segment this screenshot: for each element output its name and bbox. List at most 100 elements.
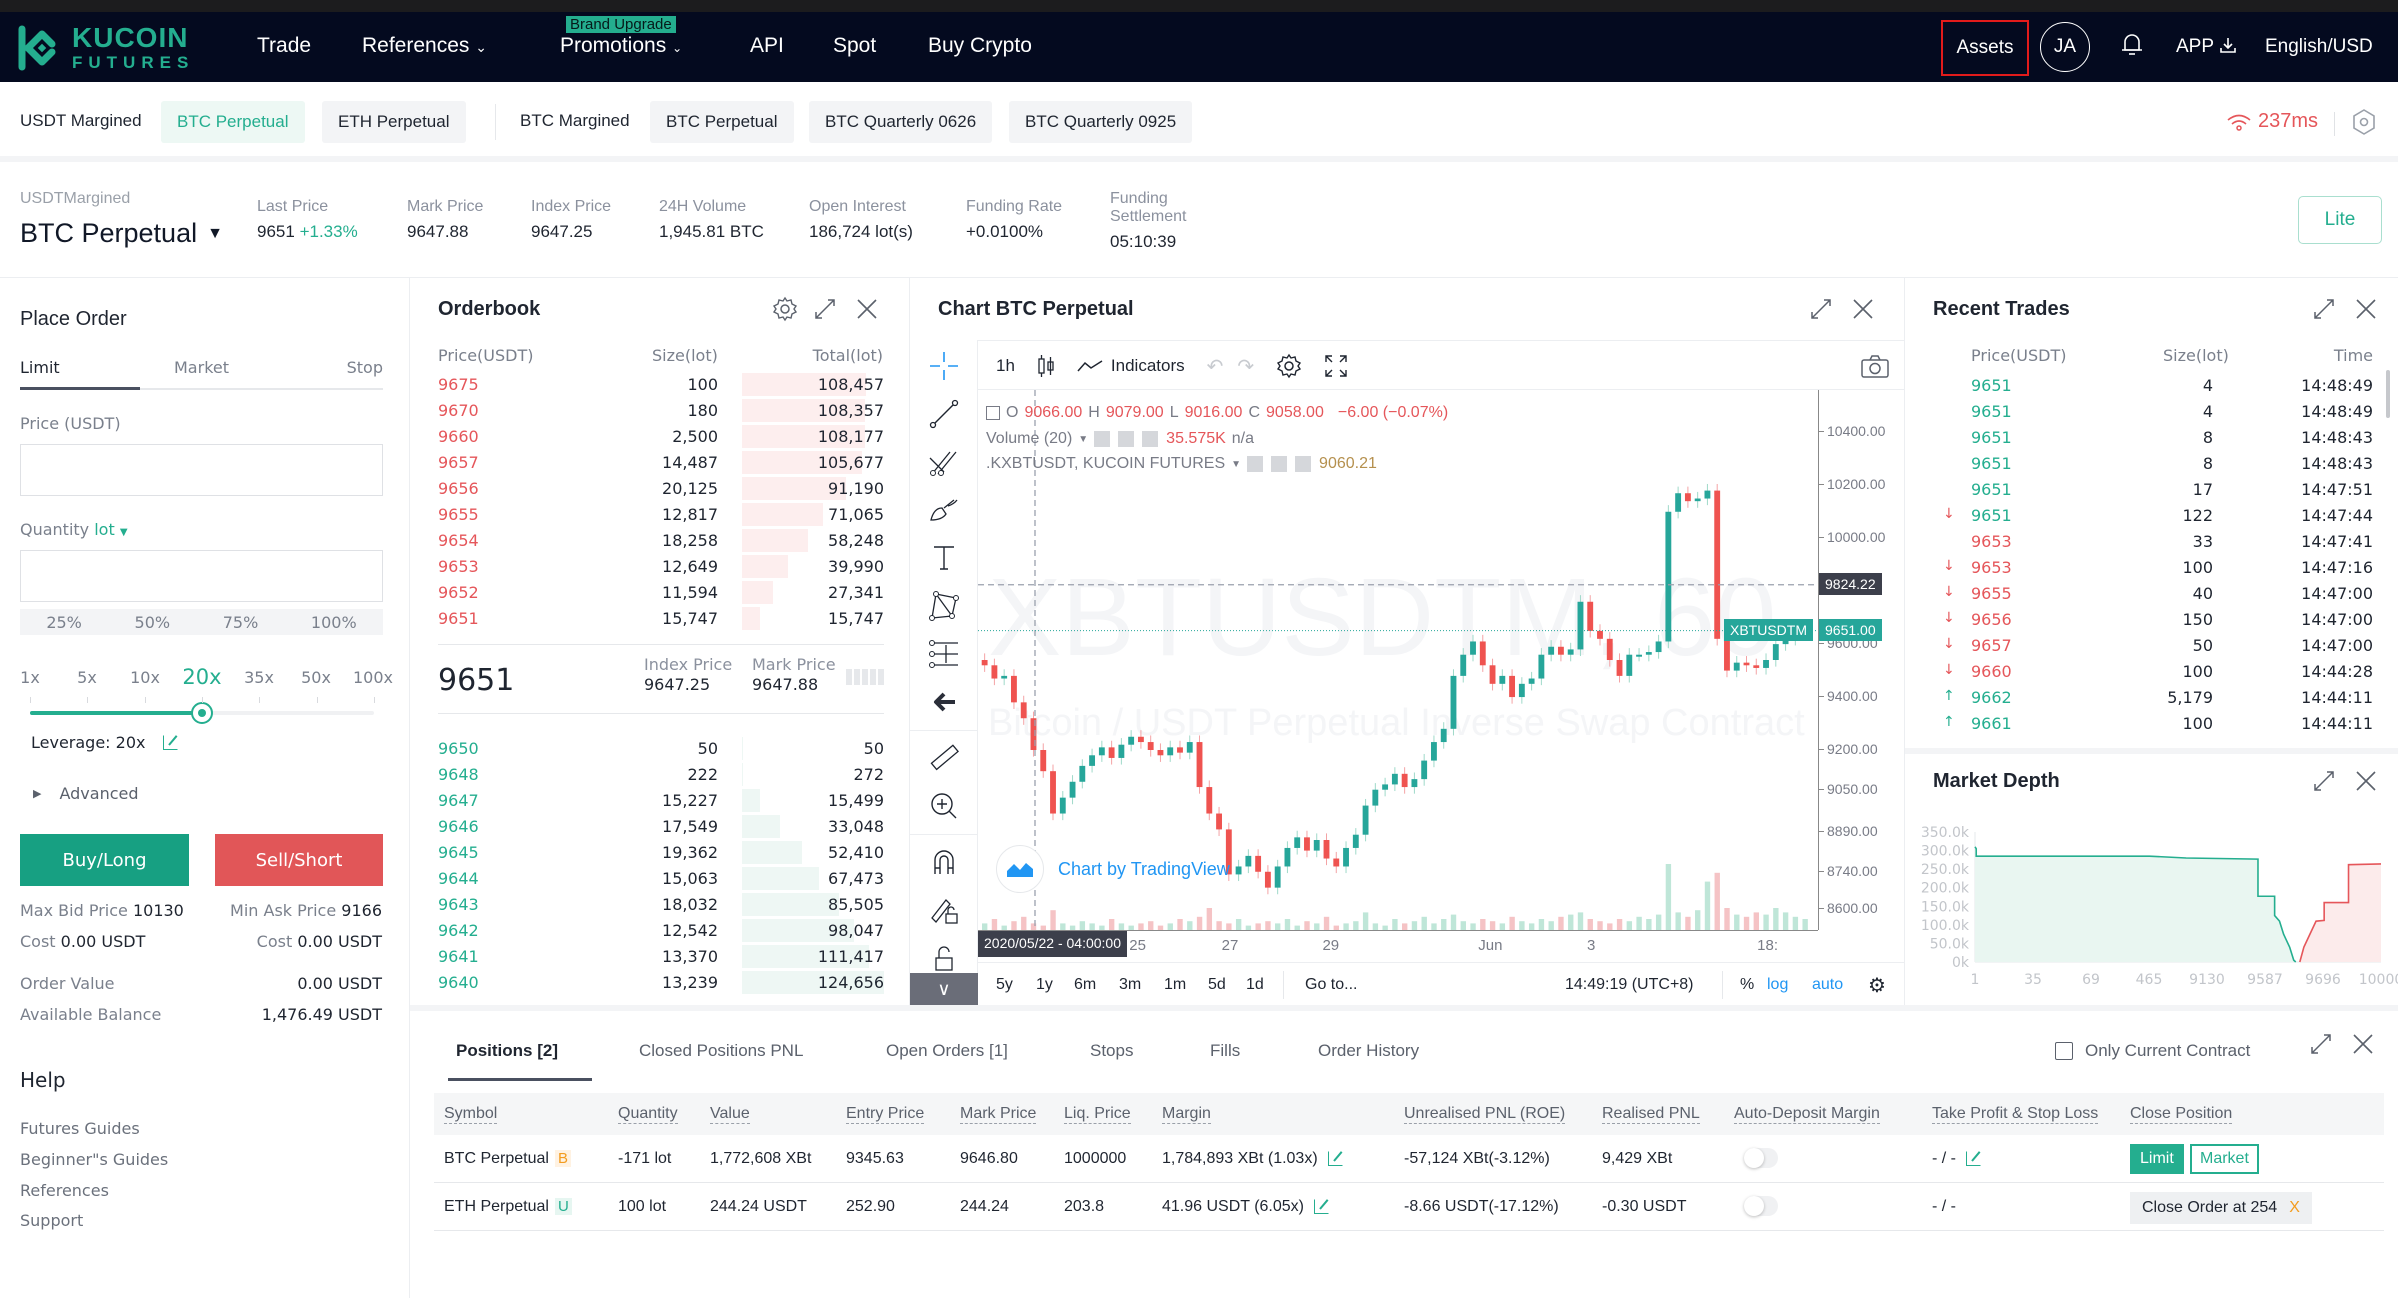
edit-icon[interactable] bbox=[163, 735, 179, 750]
ask-row[interactable]: 9655 12,817 71,065 bbox=[438, 502, 884, 528]
range-6m[interactable]: 6m bbox=[1074, 976, 1096, 994]
quantity-unit-selector[interactable]: lot bbox=[94, 520, 115, 539]
expand-icon[interactable] bbox=[814, 298, 836, 320]
fullscreen-icon[interactable] bbox=[1324, 354, 1348, 378]
ask-row[interactable]: 9660 2,500 108,177 bbox=[438, 424, 884, 450]
gear-icon[interactable]: ⚙ bbox=[1868, 973, 1886, 998]
settings-hexagon-icon[interactable] bbox=[2352, 108, 2376, 136]
range-3m[interactable]: 3m bbox=[1119, 976, 1141, 994]
tab-stops[interactable]: Stops bbox=[1090, 1041, 1133, 1061]
percent-25-button[interactable]: 25% bbox=[46, 613, 82, 632]
nav-buy-crypto[interactable]: Buy Crypto bbox=[928, 34, 1032, 58]
position-symbol[interactable]: BTC Perpetual B bbox=[444, 1150, 571, 1168]
bell-icon[interactable] bbox=[2120, 32, 2144, 58]
leverage-10x[interactable]: 10x bbox=[130, 668, 160, 687]
ruler-tool-icon[interactable] bbox=[928, 742, 960, 774]
auto-deposit-toggle[interactable] bbox=[1744, 1148, 1778, 1168]
range-1m[interactable]: 1m bbox=[1164, 976, 1186, 994]
camera-icon[interactable] bbox=[1860, 355, 1890, 379]
candle-type-icon[interactable] bbox=[1037, 353, 1055, 379]
advanced-toggle[interactable]: ▶ Advanced bbox=[33, 784, 139, 803]
tab-stop[interactable]: Stop bbox=[347, 358, 383, 377]
ask-row[interactable]: 9675 100 108,457 bbox=[438, 372, 884, 398]
arrow-left-icon[interactable] bbox=[928, 686, 960, 718]
percent-scale-toggle[interactable]: % bbox=[1740, 976, 1754, 994]
tab-fills[interactable]: Fills bbox=[1210, 1041, 1240, 1061]
bid-row[interactable]: 9650 50 50 bbox=[438, 736, 884, 762]
auto-scale-toggle[interactable]: auto bbox=[1812, 976, 1843, 994]
slider-handle[interactable] bbox=[191, 702, 213, 724]
lock-icon[interactable] bbox=[928, 942, 960, 974]
leverage-20x[interactable]: 20x bbox=[182, 665, 221, 689]
ask-row[interactable]: 9654 18,258 58,248 bbox=[438, 528, 884, 554]
tab-closed-positions-pnl[interactable]: Closed Positions PNL bbox=[639, 1041, 803, 1061]
fib-tool-icon[interactable] bbox=[928, 446, 960, 478]
edit-icon[interactable] bbox=[1314, 1199, 1329, 1215]
expand-icon[interactable] bbox=[2313, 770, 2335, 792]
range-1y[interactable]: 1y bbox=[1036, 976, 1053, 994]
close-limit-button[interactable]: Limit bbox=[2130, 1144, 2184, 1174]
tab-order-history[interactable]: Order History bbox=[1318, 1041, 1419, 1061]
brush-tool-icon[interactable] bbox=[928, 494, 960, 526]
leverage-100x[interactable]: 100x bbox=[353, 668, 393, 687]
nav-trade[interactable]: Trade bbox=[257, 34, 311, 58]
prediction-tool-icon[interactable] bbox=[928, 638, 960, 670]
close-market-button[interactable]: Market bbox=[2190, 1144, 2259, 1174]
bid-row[interactable]: 9645 19,362 52,410 bbox=[438, 840, 884, 866]
sell-short-button[interactable]: Sell/Short bbox=[215, 834, 383, 886]
bid-row[interactable]: 9641 13,370 111,417 bbox=[438, 944, 884, 970]
tab-btc-quarterly-0925[interactable]: BTC Quarterly 0925 bbox=[1009, 101, 1193, 143]
range-5y[interactable]: 5y bbox=[996, 976, 1013, 994]
expand-icon[interactable] bbox=[2310, 1033, 2332, 1055]
buy-long-button[interactable]: Buy/Long bbox=[20, 834, 189, 886]
close-icon[interactable] bbox=[1852, 298, 1874, 320]
close-icon[interactable] bbox=[2355, 770, 2377, 792]
tab-usdt-btc-perpetual[interactable]: BTC Perpetual bbox=[161, 101, 305, 143]
leverage-35x[interactable]: 35x bbox=[244, 668, 274, 687]
close-icon[interactable] bbox=[856, 298, 878, 320]
settings-icon[interactable] bbox=[1271, 456, 1288, 472]
percent-100-button[interactable]: 100% bbox=[311, 613, 357, 632]
percent-75-button[interactable]: 75% bbox=[223, 613, 259, 632]
remove-icon[interactable] bbox=[1142, 431, 1159, 447]
price-axis[interactable]: 10400.00 10200.00 10000.00 9600.00 9400.00 92… bbox=[1724, 390, 1905, 930]
time-axis[interactable]: 2020/05/22 - 04:00:00 25 27 29 Jun 3 18: bbox=[978, 930, 1818, 960]
lock-drawings-icon[interactable] bbox=[928, 894, 960, 926]
interval-selector[interactable]: 1h bbox=[996, 356, 1015, 376]
expand-icon[interactable] bbox=[1810, 298, 1832, 320]
symbol-selector[interactable]: BTC Perpetual ▼ bbox=[20, 218, 223, 249]
index-label[interactable]: .KXBTUSDT, KUCOIN FUTURES bbox=[986, 455, 1225, 473]
bid-row[interactable]: 9644 15,063 67,473 bbox=[438, 866, 884, 892]
log-scale-toggle[interactable]: log bbox=[1767, 976, 1788, 994]
visibility-icon[interactable] bbox=[1094, 431, 1111, 447]
nav-promotions[interactable]: Promotions ⌄ bbox=[560, 34, 682, 58]
price-input[interactable] bbox=[20, 444, 383, 496]
ask-row[interactable]: 9653 12,649 39,990 bbox=[438, 554, 884, 580]
zoom-in-icon[interactable] bbox=[928, 790, 960, 822]
lite-mode-button[interactable]: Lite bbox=[2298, 196, 2382, 244]
link-beginners-guides[interactable]: Beginner"s Guides bbox=[20, 1150, 168, 1169]
remove-icon[interactable] bbox=[1295, 456, 1312, 472]
tab-btc-quarterly-0626[interactable]: BTC Quarterly 0626 bbox=[809, 101, 993, 143]
leverage-50x[interactable]: 50x bbox=[301, 668, 331, 687]
assets-button[interactable]: Assets bbox=[1941, 20, 2029, 76]
scrollbar[interactable] bbox=[2386, 370, 2390, 418]
user-avatar[interactable]: JA bbox=[2040, 22, 2090, 72]
indicators-button[interactable]: Indicators bbox=[1077, 356, 1185, 376]
bid-row[interactable]: 9640 13,239 124,656 bbox=[438, 970, 884, 996]
settings-icon[interactable] bbox=[1118, 431, 1135, 447]
language-currency-selector[interactable]: English/USD bbox=[2265, 36, 2373, 58]
tab-btc-perpetual[interactable]: BTC Perpetual bbox=[650, 101, 794, 143]
bid-row[interactable]: 9642 12,542 98,047 bbox=[438, 918, 884, 944]
tab-market[interactable]: Market bbox=[174, 358, 229, 377]
pattern-tool-icon[interactable] bbox=[928, 590, 960, 622]
crosshair-tool-icon[interactable] bbox=[928, 350, 960, 382]
cancel-close-order-icon[interactable]: X bbox=[2289, 1199, 2300, 1217]
close-icon[interactable] bbox=[2352, 1033, 2374, 1055]
edit-icon[interactable] bbox=[1966, 1151, 1981, 1167]
range-1d[interactable]: 1d bbox=[1246, 976, 1264, 994]
trend-line-tool-icon[interactable] bbox=[928, 398, 960, 430]
bid-row[interactable]: 9647 15,227 15,499 bbox=[438, 788, 884, 814]
expand-icon[interactable] bbox=[2313, 298, 2335, 320]
undo-icon[interactable]: ↶ bbox=[1207, 354, 1224, 379]
